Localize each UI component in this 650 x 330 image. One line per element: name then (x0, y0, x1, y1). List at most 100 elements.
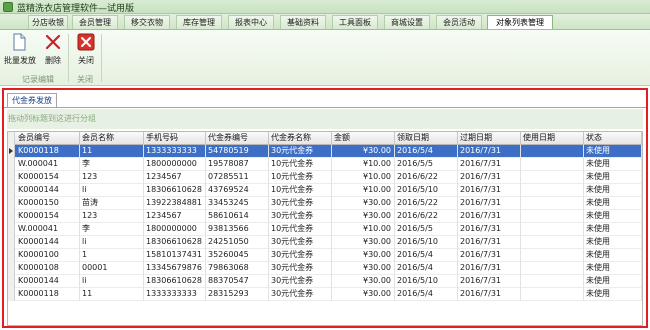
row-indicator[interactable] (8, 223, 15, 236)
tab-transfer-clothes[interactable]: 移交衣物 (124, 15, 170, 29)
close-button[interactable]: 关闭 (71, 33, 101, 71)
table-cell[interactable]: ¥10.00 (332, 171, 395, 184)
row-indicator[interactable] (8, 249, 15, 262)
tab-basic-data[interactable]: 基础资料 (280, 15, 326, 29)
table-cell[interactable]: 2016/5/10 (395, 184, 458, 197)
table-cell[interactable]: 未使用 (584, 210, 642, 223)
table-cell[interactable]: 2016/6/22 (395, 210, 458, 223)
row-indicator[interactable] (8, 158, 15, 171)
table-cell[interactable]: 33453245 (206, 197, 269, 210)
table-cell[interactable]: 1234567 (144, 210, 206, 223)
tab-object-list[interactable]: 对象列表管理 (487, 15, 553, 29)
table-cell[interactable]: 123 (80, 210, 144, 223)
table-cell[interactable]: 35260045 (206, 249, 269, 262)
table-row[interactable]: K0000118 11 1333333333 28315293 30元代金券 ¥30.00… (8, 288, 642, 301)
table-cell[interactable] (521, 171, 584, 184)
table-cell[interactable] (521, 184, 584, 197)
table-cell[interactable]: 10元代金券 (269, 171, 332, 184)
table-cell[interactable] (521, 288, 584, 301)
table-cell[interactable]: 30元代金券 (269, 262, 332, 275)
column-header[interactable]: 代金券名称 (269, 132, 332, 145)
table-cell[interactable]: 58610614 (206, 210, 269, 223)
table-cell[interactable]: ¥30.00 (332, 249, 395, 262)
table-cell[interactable]: ¥30.00 (332, 275, 395, 288)
table-cell[interactable]: 2016/5/5 (395, 223, 458, 236)
table-cell[interactable]: ¥10.00 (332, 184, 395, 197)
table-cell[interactable]: 18306610628 (144, 275, 206, 288)
table-cell[interactable]: 18306610628 (144, 236, 206, 249)
column-header[interactable]: 金额 (332, 132, 395, 145)
table-cell[interactable]: 10元代金券 (269, 158, 332, 171)
tab-inventory[interactable]: 库存管理 (176, 15, 222, 29)
row-indicator[interactable] (8, 145, 15, 158)
table-cell[interactable] (521, 236, 584, 249)
tab-member-management[interactable]: 会员管理 (72, 15, 118, 29)
row-indicator[interactable] (8, 171, 15, 184)
table-cell[interactable]: 2016/7/31 (458, 197, 521, 210)
tab-member-activities[interactable]: 会员活动 (436, 15, 482, 29)
table-cell[interactable]: K0000144 (16, 236, 80, 249)
column-header[interactable]: 状态 (584, 132, 642, 145)
table-cell[interactable]: K0000144 (16, 184, 80, 197)
table-cell[interactable]: K0000118 (16, 145, 80, 158)
tab-mall-settings[interactable]: 商城设置 (384, 15, 430, 29)
table-cell[interactable] (521, 197, 584, 210)
table-row[interactable]: W.000041 李 1800000000 93813566 10元代金券 ¥10.00 2… (8, 223, 642, 236)
table-cell[interactable]: K0000154 (16, 171, 80, 184)
table-cell[interactable]: 1800000000 (144, 158, 206, 171)
table-cell[interactable]: 28315293 (206, 288, 269, 301)
table-cell[interactable] (521, 249, 584, 262)
table-cell[interactable]: 未使用 (584, 262, 642, 275)
table-cell[interactable]: 2016/7/31 (458, 249, 521, 262)
column-header[interactable]: 使用日期 (521, 132, 584, 145)
table-cell[interactable]: 2016/7/31 (458, 262, 521, 275)
table-cell[interactable]: ¥30.00 (332, 262, 395, 275)
table-cell[interactable] (521, 145, 584, 158)
table-cell[interactable]: 未使用 (584, 184, 642, 197)
table-row[interactable]: K0000100 1 15810137431 35260045 30元代金券 ¥30.00… (8, 249, 642, 262)
table-cell[interactable]: 13922384881 (144, 197, 206, 210)
table-cell[interactable]: li (80, 184, 144, 197)
table-cell[interactable]: 1333333333 (144, 288, 206, 301)
table-cell[interactable]: 2016/7/31 (458, 158, 521, 171)
table-cell[interactable]: 2016/5/4 (395, 249, 458, 262)
table-cell[interactable]: 79863068 (206, 262, 269, 275)
table-cell[interactable]: W.000041 (16, 223, 80, 236)
table-cell[interactable]: K0000100 (16, 249, 80, 262)
table-cell[interactable]: 19578087 (206, 158, 269, 171)
row-indicator[interactable] (8, 236, 15, 249)
delete-button[interactable]: 删除 (38, 33, 68, 71)
table-cell[interactable]: li (80, 275, 144, 288)
table-row[interactable]: K0000150 苗涛 13922384881 33453245 30元代金券 ¥30.0… (8, 197, 642, 210)
table-row[interactable]: K0000118 11 1333333333 54780519 30元代金券 ¥30.00… (8, 145, 642, 158)
row-indicator[interactable] (8, 184, 15, 197)
table-cell[interactable]: 未使用 (584, 158, 642, 171)
column-header[interactable]: 会员编号 (16, 132, 80, 145)
table-cell[interactable]: 2016/5/10 (395, 236, 458, 249)
table-cell[interactable]: 苗涛 (80, 197, 144, 210)
table-cell[interactable]: 李 (80, 158, 144, 171)
table-cell[interactable]: 未使用 (584, 236, 642, 249)
table-cell[interactable]: 1800000000 (144, 223, 206, 236)
table-cell[interactable]: K0000154 (16, 210, 80, 223)
table-cell[interactable]: 2016/5/5 (395, 158, 458, 171)
table-cell[interactable]: 24251050 (206, 236, 269, 249)
table-cell[interactable]: 10元代金券 (269, 184, 332, 197)
batch-issue-button[interactable]: 批量发放 (4, 33, 36, 71)
table-cell[interactable]: W.000041 (16, 158, 80, 171)
table-cell[interactable]: ¥30.00 (332, 210, 395, 223)
table-cell[interactable]: 30元代金券 (269, 275, 332, 288)
table-cell[interactable]: 未使用 (584, 145, 642, 158)
table-cell[interactable]: K0000150 (16, 197, 80, 210)
table-cell[interactable]: 李 (80, 223, 144, 236)
table-cell[interactable]: 07285511 (206, 171, 269, 184)
table-row[interactable]: K0000144 li 18306610628 43769524 10元代金券 ¥10.0… (8, 184, 642, 197)
table-cell[interactable]: ¥30.00 (332, 236, 395, 249)
table-row[interactable]: K0000144 li 18306610628 88370547 30元代金券 ¥30.0… (8, 275, 642, 288)
table-cell[interactable]: 43769524 (206, 184, 269, 197)
table-cell[interactable]: li (80, 236, 144, 249)
table-row[interactable]: K0000154 123 1234567 58610614 30元代金券 ¥30.00 20… (8, 210, 642, 223)
table-cell[interactable]: 未使用 (584, 223, 642, 236)
table-cell[interactable]: 2016/7/31 (458, 236, 521, 249)
tab-voucher-issue[interactable]: 代金券发放 (7, 93, 57, 107)
